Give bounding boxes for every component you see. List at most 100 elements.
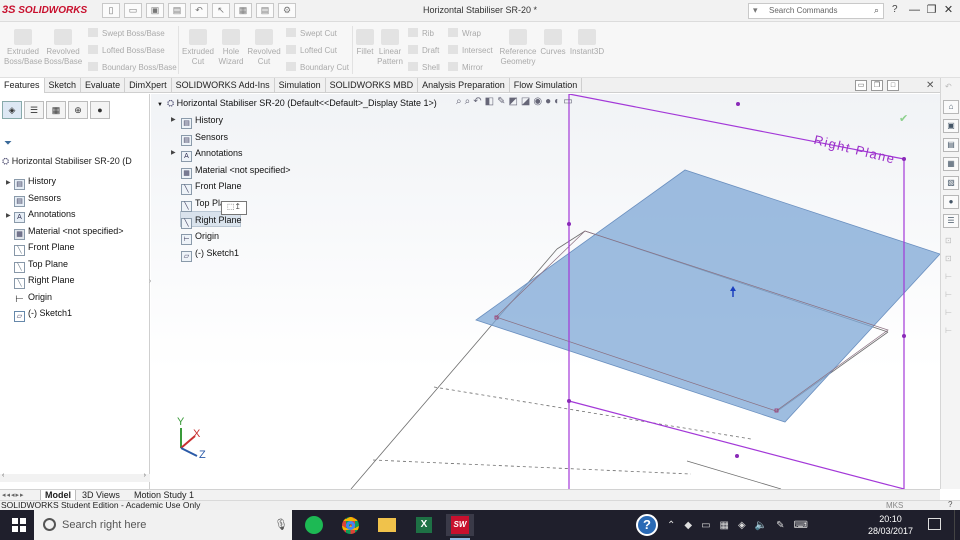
app-tray-icon[interactable]: ◈ bbox=[738, 520, 746, 531]
microphone-icon[interactable]: 🎙 bbox=[274, 510, 288, 540]
zoom-to-fit-icon[interactable]: ⌕ bbox=[456, 96, 462, 107]
design-library-icon[interactable]: ▤ bbox=[943, 138, 959, 152]
display-manager-tab-icon[interactable]: ● bbox=[90, 101, 110, 119]
top-plane-surface[interactable] bbox=[475, 169, 940, 423]
lofted-boss-button[interactable]: Lofted Boss/Base bbox=[88, 45, 165, 55]
taskbar-search-box[interactable]: Search right here 🎙 bbox=[34, 510, 292, 540]
solidworks-app-icon[interactable]: SW bbox=[446, 514, 474, 540]
extruded-boss-button[interactable]: Extruded Boss/Base bbox=[4, 29, 42, 67]
shield-icon[interactable]: ◆ bbox=[684, 520, 692, 531]
clock[interactable]: 20:10 28/03/2017 bbox=[868, 513, 913, 537]
search-commands-input[interactable]: ▾ Search Commands ⌕ bbox=[748, 3, 884, 19]
tree-item-material-not-specified[interactable]: ▦ Material <not specified> bbox=[6, 224, 124, 240]
flyout-item-material-not-specified[interactable]: ▦ Material <not specified> bbox=[181, 163, 291, 179]
dimxpert-manager-tab-icon[interactable]: ⊕ bbox=[68, 101, 88, 119]
view-palette-icon[interactable]: ▧ bbox=[943, 176, 959, 190]
excel-app-icon[interactable]: X bbox=[410, 514, 438, 536]
fillet-button[interactable]: Fillet bbox=[354, 29, 376, 57]
expand-arrow-icon[interactable]: ▶ bbox=[6, 176, 14, 190]
flyout-item-annotations[interactable]: ▶ A Annotations bbox=[171, 146, 243, 163]
tab-flow-simulation[interactable]: Flow Simulation bbox=[510, 78, 583, 93]
flyout-tree-root[interactable]: ▼ ⛭ Horizontal Stabiliser SR-20 (Default<… bbox=[157, 98, 437, 109]
rib-button[interactable]: Rib bbox=[408, 28, 434, 38]
close-button[interactable]: ✕ bbox=[940, 2, 957, 19]
collapse-arrow-icon[interactable]: ▼ bbox=[157, 102, 163, 108]
tool-icon[interactable]: ⊢ bbox=[945, 308, 955, 318]
boundary-boss-button[interactable]: Boundary Boss/Base bbox=[88, 62, 177, 72]
tab-sketch[interactable]: Sketch bbox=[45, 78, 82, 93]
flyout-item-history[interactable]: ▶ ▤ History bbox=[171, 113, 223, 129]
plane-handle[interactable] bbox=[902, 157, 906, 161]
plane-handle[interactable] bbox=[567, 222, 571, 226]
previous-view-icon[interactable]: ↶ bbox=[473, 96, 481, 107]
swept-boss-button[interactable]: Swept Boss/Base bbox=[88, 28, 165, 38]
dynamic-annotation-icon[interactable]: ✎ bbox=[497, 96, 505, 107]
boundary-cut-button[interactable]: Boundary Cut bbox=[286, 62, 349, 72]
flyout-item-front-plane[interactable]: ╲ Front Plane bbox=[181, 179, 242, 196]
help-icon[interactable]: ? bbox=[892, 4, 898, 15]
intersect-button[interactable]: Intersect bbox=[448, 45, 493, 55]
linear-pattern-button[interactable]: Linear Pattern bbox=[376, 29, 404, 67]
tool-icon[interactable]: ⊢ bbox=[945, 290, 955, 300]
scroll-left-icon[interactable]: ‹ bbox=[2, 472, 4, 479]
property-manager-tab-icon[interactable]: ☰ bbox=[24, 101, 44, 119]
curves-button[interactable]: Curves bbox=[538, 29, 568, 57]
battery-icon[interactable]: ▭ bbox=[701, 520, 710, 531]
flyout-item-origin[interactable]: ⊢ Origin bbox=[181, 229, 219, 246]
tree-item-history[interactable]: ▶ ▤ History bbox=[6, 174, 56, 190]
confirmation-check-icon[interactable]: ✔ bbox=[899, 112, 908, 125]
pen-icon[interactable]: ✎ bbox=[776, 520, 784, 531]
instant3d-button[interactable]: Instant3D bbox=[568, 29, 606, 57]
swept-cut-button[interactable]: Swept Cut bbox=[286, 28, 337, 38]
tree-item-origin[interactable]: ⊢ Origin bbox=[6, 290, 52, 305]
task-pane-back-icon[interactable]: ↶ bbox=[945, 82, 955, 92]
restore-button[interactable]: ❐ bbox=[923, 2, 940, 19]
units-indicator[interactable]: MKS bbox=[886, 501, 903, 510]
tree-item-right-plane[interactable]: ╲ Right Plane bbox=[6, 273, 75, 289]
tab-dimxpert[interactable]: DimXpert bbox=[125, 78, 172, 93]
feature-manager-tab-icon[interactable]: ◈ bbox=[2, 101, 22, 119]
minimize-button[interactable]: — bbox=[906, 2, 923, 19]
view-orientation-icon[interactable]: ◩ bbox=[508, 96, 517, 107]
plane-handle[interactable] bbox=[736, 102, 740, 106]
flyout-item-sketch1[interactable]: ▱ (-) Sketch1 bbox=[181, 246, 239, 262]
search-dropdown-icon[interactable]: ▾ bbox=[753, 5, 758, 16]
custom-properties-icon[interactable]: ☰ bbox=[943, 214, 959, 228]
flyout-item-sensors[interactable]: ▤ Sensors bbox=[181, 130, 228, 146]
tree-item-sensors[interactable]: ▤ Sensors bbox=[6, 191, 61, 207]
draft-button[interactable]: Draft bbox=[408, 45, 439, 55]
tool-icon[interactable]: ⊡ bbox=[945, 254, 955, 264]
hide-show-items-icon[interactable]: ◉ bbox=[533, 96, 542, 107]
file-explorer-app-icon[interactable] bbox=[373, 514, 401, 536]
help-circle-icon[interactable]: ? bbox=[636, 514, 658, 536]
chrome-app-icon[interactable] bbox=[336, 514, 364, 536]
tool-icon[interactable]: ⊢ bbox=[945, 326, 955, 336]
search-icon[interactable]: ⌕ bbox=[874, 5, 879, 16]
graphics-area[interactable]: Right Plane ✔ ⌕ ⌕ ↶ ◧ ✎ ◩ ◪ ◉ ● ◐ ▭ ▼ ⛭ H… bbox=[151, 94, 940, 489]
tool-icon[interactable]: ⊡ bbox=[945, 236, 955, 246]
volume-icon[interactable]: 🔈 bbox=[755, 520, 767, 531]
reference-geometry-button[interactable]: Reference Geometry bbox=[498, 29, 538, 67]
tab-evaluate[interactable]: Evaluate bbox=[81, 78, 126, 93]
3d-content-icon[interactable]: ▣ bbox=[943, 119, 959, 133]
zoom-area-icon[interactable]: ⌕ bbox=[465, 96, 471, 107]
tool-icon[interactable]: ⊢ bbox=[945, 272, 955, 282]
apply-scene-icon[interactable]: ◐ bbox=[554, 96, 560, 107]
chevron-up-icon[interactable]: ⌃ bbox=[667, 520, 675, 531]
mirror-button[interactable]: Mirror bbox=[448, 62, 483, 72]
filter-icon[interactable]: ⏷ bbox=[4, 138, 12, 149]
hole-wizard-button[interactable]: Hole Wizard bbox=[214, 29, 248, 67]
start-windows-icon[interactable] bbox=[12, 518, 26, 532]
edit-appearance-icon[interactable]: ● bbox=[545, 96, 551, 107]
file-explorer-icon[interactable]: ▦ bbox=[943, 157, 959, 171]
tab-features[interactable]: Features bbox=[0, 78, 45, 93]
plane-handle[interactable] bbox=[567, 399, 571, 403]
display-style-icon[interactable]: ◪ bbox=[521, 96, 530, 107]
section-view-icon[interactable]: ◧ bbox=[485, 96, 494, 107]
keyboard-icon[interactable]: ⌨ bbox=[794, 520, 808, 531]
tree-item-front-plane[interactable]: ╲ Front Plane bbox=[6, 240, 75, 256]
wrap-button[interactable]: Wrap bbox=[448, 28, 481, 38]
spotify-app-icon[interactable] bbox=[300, 514, 328, 536]
lofted-cut-button[interactable]: Lofted Cut bbox=[286, 45, 337, 55]
revolved-boss-button[interactable]: Revolved Boss/Base bbox=[44, 29, 82, 67]
